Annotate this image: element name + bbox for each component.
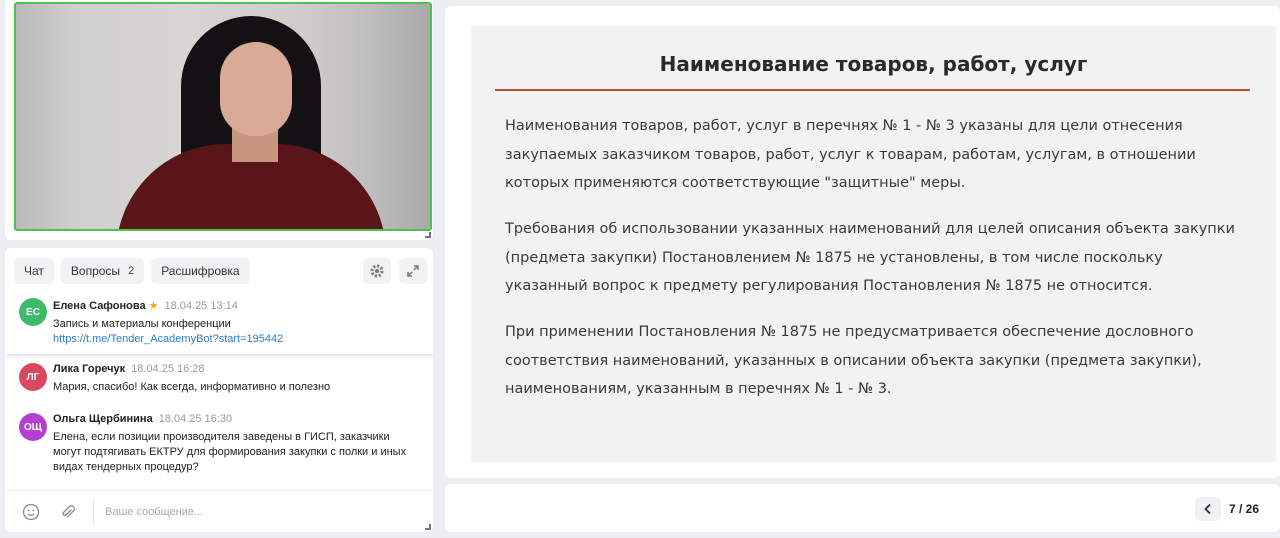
speaker-video[interactable] [14,2,432,231]
message-text-line: Запись и материалы конференции [53,318,231,330]
resize-handle-icon[interactable] [425,524,431,530]
expand-button[interactable] [399,258,427,284]
message-time: 18.04.25 13:14 [164,300,238,312]
message-text: Запись и материалы конференции https://t.… [53,317,413,347]
chevron-left-icon [1204,503,1211,515]
smile-icon [22,503,40,521]
tab-chat-label: Чат [24,264,44,278]
message-input[interactable] [105,502,405,522]
message-author: Елена Сафонова ★ 18.04.25 13:14 [53,299,238,312]
tab-questions[interactable]: Вопросы 2 [60,258,145,284]
message-time: 18.04.25 16:28 [131,363,205,375]
message-time: 18.04.25 16:30 [158,413,233,425]
gear-icon [370,264,384,278]
settings-button[interactable] [363,258,391,284]
slide-paragraph: Наименования товаров, работ, услуг в пер… [505,118,1196,191]
slide-paragraph: Требования об использовании указанных на… [505,221,1235,294]
message-text: Мария, спасибо! Как всегда, информативно… [53,381,331,393]
resize-handle-icon[interactable] [425,232,431,238]
author-name: Лика Горечук [53,363,126,375]
tab-chat[interactable]: Чат [14,258,54,284]
slide-title-divider [495,89,1250,91]
list-item: ЕС Елена Сафонова ★ 18.04.25 13:14 Запись … [5,292,433,354]
slide-paragraph: При применении Постановления № 1875 не п… [505,324,1202,397]
author-name: Елена Сафонова [53,300,146,312]
tab-transcript[interactable]: Расшифровка [151,258,250,284]
emoji-button[interactable] [20,501,42,523]
prev-slide-button[interactable] [1195,497,1221,521]
presentation-panel: Наименование товаров, работ, услуг Наиме… [445,0,1280,538]
message-composer [5,490,433,532]
paperclip-icon [62,505,76,518]
left-panel: Чат Вопросы 2 Расшифровка ЕС Елена Сафоно… [0,0,436,538]
slide-viewer: Наименование товаров, работ, услуг Наиме… [445,6,1280,478]
questions-count-badge: 2 [128,265,135,277]
avatar: ОЩ [19,413,47,441]
expand-icon [407,265,419,277]
attach-button[interactable] [57,501,79,523]
message-text: Елена, если позиции производителя заведе… [53,431,407,473]
video-panel [5,0,433,240]
message-link[interactable]: https://t.me/Tender_AcademyBot?start=195… [53,332,413,347]
tab-transcript-label: Расшифровка [161,264,240,278]
message-list[interactable]: ЕС Елена Сафонова ★ 18.04.25 13:14 Запись … [5,292,433,488]
message-author: Ольга Щербинина 18.04.25 16:30 [53,413,232,425]
composer-divider [93,499,94,525]
chat-tabs: Чат Вопросы 2 Расшифровка [14,258,250,284]
speaker-face [220,42,292,136]
page-indicator: 7 / 26 [1229,502,1260,516]
avatar: ЕС [19,298,47,326]
message-author: Лика Горечук 18.04.25 16:28 [53,363,205,375]
tab-questions-label: Вопросы [70,264,121,278]
slide-pager: 7 / 26 [445,484,1280,532]
chat-panel: Чат Вопросы 2 Расшифровка ЕС Елена Сафоно… [5,248,433,532]
author-name: Ольга Щербинина [53,413,153,425]
avatar: ЛГ [19,363,47,391]
slide-title: Наименование товаров, работ, услуг [659,52,1088,76]
star-icon: ★ [148,300,159,312]
slide: Наименование товаров, работ, услуг Наиме… [471,26,1276,462]
